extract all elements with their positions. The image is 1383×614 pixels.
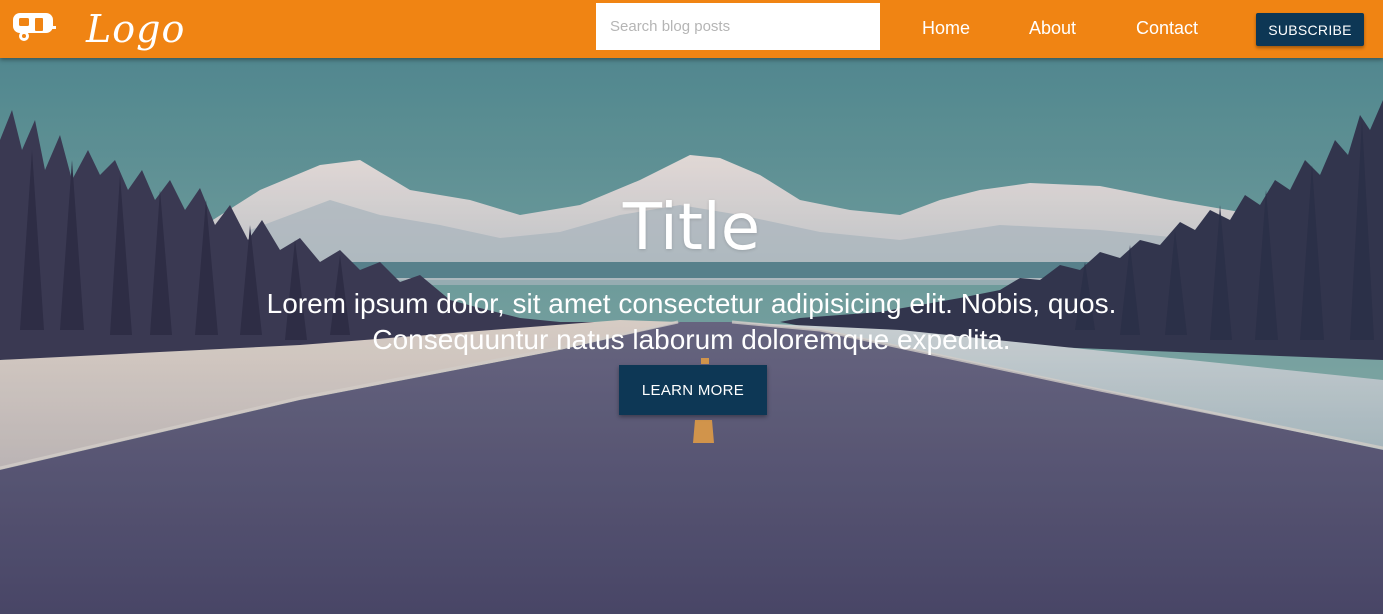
hero-title: Title xyxy=(622,191,761,265)
top-navigation-bar: Logo Home About Contact SUBSCRIBE xyxy=(0,0,1383,58)
nav-link-about[interactable]: About xyxy=(1029,14,1076,42)
page: Logo Home About Contact SUBSCRIBE Title … xyxy=(0,0,1383,614)
subscribe-button[interactable]: SUBSCRIBE xyxy=(1256,13,1364,46)
hero-description: Lorem ipsum dolor, sit amet consectetur … xyxy=(266,288,1117,355)
nav-link-home[interactable]: Home xyxy=(922,14,970,42)
brand-logo-text[interactable]: Logo xyxy=(86,4,185,54)
hero-section: Title Lorem ipsum dolor, sit amet consec… xyxy=(0,58,1383,614)
camper-trailer-icon[interactable] xyxy=(11,10,57,44)
nav-link-contact[interactable]: Contact xyxy=(1136,14,1198,42)
learn-more-button[interactable]: LEARN MORE xyxy=(619,365,767,415)
search-input[interactable] xyxy=(596,3,880,50)
